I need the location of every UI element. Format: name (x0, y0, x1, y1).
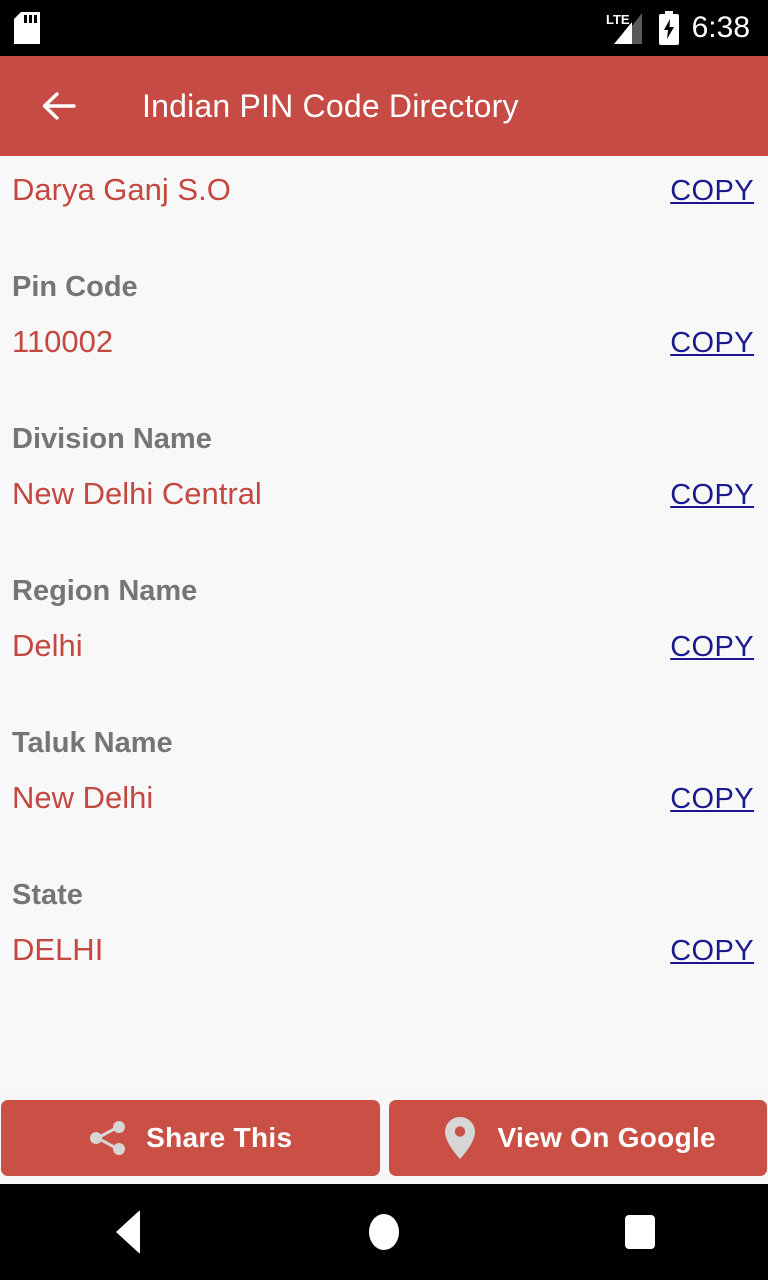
nav-recent-apps-icon (625, 1215, 655, 1249)
field-label-taluk-name: Taluk Name (12, 727, 173, 759)
detail-row-office-name: Darya Ganj S.O COPY (12, 156, 754, 211)
field-value-division-name: New Delhi Central (12, 476, 262, 511)
battery-charging-icon (657, 11, 681, 45)
share-icon (88, 1118, 128, 1158)
nav-home-icon (369, 1214, 399, 1250)
view-on-google-label: View On Google (497, 1122, 716, 1153)
status-bar-right: LTE 6:38 (606, 11, 750, 45)
page-title: Indian PIN Code Directory (142, 87, 519, 124)
copy-button-pin-code[interactable]: COPY (670, 323, 754, 363)
copy-button-taluk-name[interactable]: COPY (670, 779, 754, 819)
back-button[interactable] (32, 80, 84, 132)
copy-button-division-name[interactable]: COPY (670, 475, 754, 515)
nav-back-icon (116, 1210, 140, 1254)
nav-recent-apps-button[interactable] (512, 1184, 768, 1280)
view-on-google-button[interactable]: View On Google (388, 1100, 767, 1176)
android-navigation-bar (0, 1184, 768, 1280)
action-button-bar: Share This View On Google (0, 1100, 768, 1176)
detail-row-state: DELHI COPY (12, 930, 754, 971)
nav-back-button[interactable] (0, 1184, 256, 1280)
detail-block-region-name: Region Name Delhi COPY (12, 515, 754, 667)
nav-home-button[interactable] (256, 1184, 512, 1280)
field-label-division-name: Division Name (12, 423, 212, 455)
detail-row-division-name: New Delhi Central COPY (12, 474, 754, 515)
signal-bars-icon: LTE (606, 11, 646, 45)
detail-block-taluk-name: Taluk Name New Delhi COPY (12, 667, 754, 819)
office-name-value: Darya Ganj S.O (12, 172, 231, 207)
detail-block-state: State DELHI COPY (12, 819, 754, 971)
field-value-pin-code: 110002 (12, 324, 114, 359)
detail-row-pin-code: 110002 COPY (12, 322, 754, 363)
detail-block-division-name: Division Name New Delhi Central COPY (12, 363, 754, 515)
copy-button-region-name[interactable]: COPY (670, 627, 754, 667)
map-pin-icon (440, 1115, 480, 1161)
status-bar-left (14, 12, 40, 44)
copy-button-state[interactable]: COPY (670, 931, 754, 971)
field-value-taluk-name: New Delhi (12, 780, 154, 815)
app-bar: Indian PIN Code Directory (0, 56, 768, 156)
app-screen: LTE 6:38 Indian PIN Code Directory Darya… (0, 0, 768, 1280)
pincode-details-list: Darya Ganj S.O COPY Pin Code 110002 COPY… (0, 156, 768, 1090)
detail-block-pin-code: Pin Code 110002 COPY (12, 211, 754, 363)
sd-card-icon (14, 12, 40, 44)
field-label-region-name: Region Name (12, 575, 198, 607)
copy-button-office-name[interactable]: COPY (670, 171, 754, 211)
detail-row-taluk-name: New Delhi COPY (12, 778, 754, 819)
field-value-state: DELHI (12, 932, 104, 967)
field-label-pin-code: Pin Code (12, 271, 138, 303)
status-bar: LTE 6:38 (0, 0, 768, 56)
field-label-state: State (12, 879, 83, 911)
share-this-label: Share This (146, 1122, 293, 1153)
back-arrow-icon (36, 84, 80, 128)
detail-row-region-name: Delhi COPY (12, 626, 754, 667)
status-bar-clock: 6:38 (691, 11, 750, 44)
svg-text:LTE: LTE (606, 12, 630, 27)
share-this-button[interactable]: Share This (1, 1100, 380, 1176)
field-value-region-name: Delhi (12, 628, 83, 663)
